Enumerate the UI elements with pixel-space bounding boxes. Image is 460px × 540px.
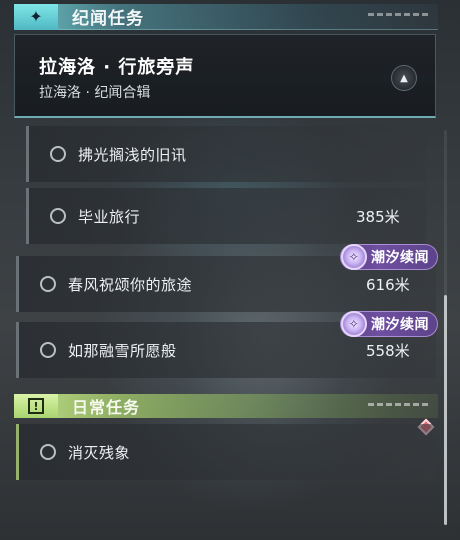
section-title: 日常任务 <box>72 398 141 417</box>
tidal-continuation-tag: ✧ 潮汐续闻 <box>340 311 438 337</box>
quest-row-indicator <box>16 256 19 312</box>
active-quest-card[interactable]: 拉海洛 · 行旅旁声 拉海洛 · 纪闻合辑 ▲ <box>14 34 436 118</box>
circle-icon <box>50 208 66 224</box>
header-decoration <box>368 13 428 16</box>
section-title: 纪闻任务 <box>72 9 144 29</box>
quest-row[interactable]: 消灭残象 <box>16 424 436 480</box>
quest-distance: 385米 <box>356 207 400 226</box>
quest-distance: 558米 <box>366 341 410 360</box>
sparkle-icon: ✦ <box>14 3 58 30</box>
tag-label: 潮汐续闻 <box>371 317 429 333</box>
daily-quest-section-header[interactable]: ! 日常任务 <box>14 394 438 418</box>
quest-row[interactable]: 拂光搁浅的旧讯 <box>26 126 426 182</box>
circle-icon <box>40 276 56 292</box>
circle-icon <box>40 342 56 358</box>
quest-row-indicator <box>26 188 29 244</box>
quest-row-indicator <box>16 322 19 378</box>
quest-label: 春风祝颂你的旅途 <box>68 275 193 294</box>
quest-row-indicator <box>16 424 19 480</box>
active-quest-title: 拉海洛 · 行旅旁声 <box>39 57 195 78</box>
exclamation-box-icon: ! <box>14 394 58 418</box>
circle-icon <box>50 146 66 162</box>
quest-label: 毕业旅行 <box>78 207 141 226</box>
quest-label: 拂光搁浅的旧讯 <box>78 145 187 164</box>
quest-distance: 616米 <box>366 275 410 294</box>
scrollbar-thumb[interactable] <box>444 295 447 525</box>
active-quest-subtitle: 拉海洛 · 纪闻合辑 <box>39 85 151 101</box>
tag-label: 潮汐续闻 <box>371 250 429 266</box>
quest-label: 消灭残象 <box>68 443 131 462</box>
circle-icon <box>40 444 56 460</box>
header-decoration <box>368 403 428 406</box>
story-quest-section-header[interactable]: ✦ 纪闻任务 <box>14 3 438 30</box>
quest-label: 如那融雪所愿般 <box>68 341 177 360</box>
tidal-icon: ✧ <box>341 244 367 270</box>
tidal-icon: ✧ <box>341 311 367 337</box>
quest-row-indicator <box>26 126 29 182</box>
quest-row[interactable]: 毕业旅行 385米 <box>26 188 426 244</box>
triangle-up-icon[interactable]: ▲ <box>391 65 417 91</box>
tidal-continuation-tag: ✧ 潮汐续闻 <box>340 244 438 270</box>
